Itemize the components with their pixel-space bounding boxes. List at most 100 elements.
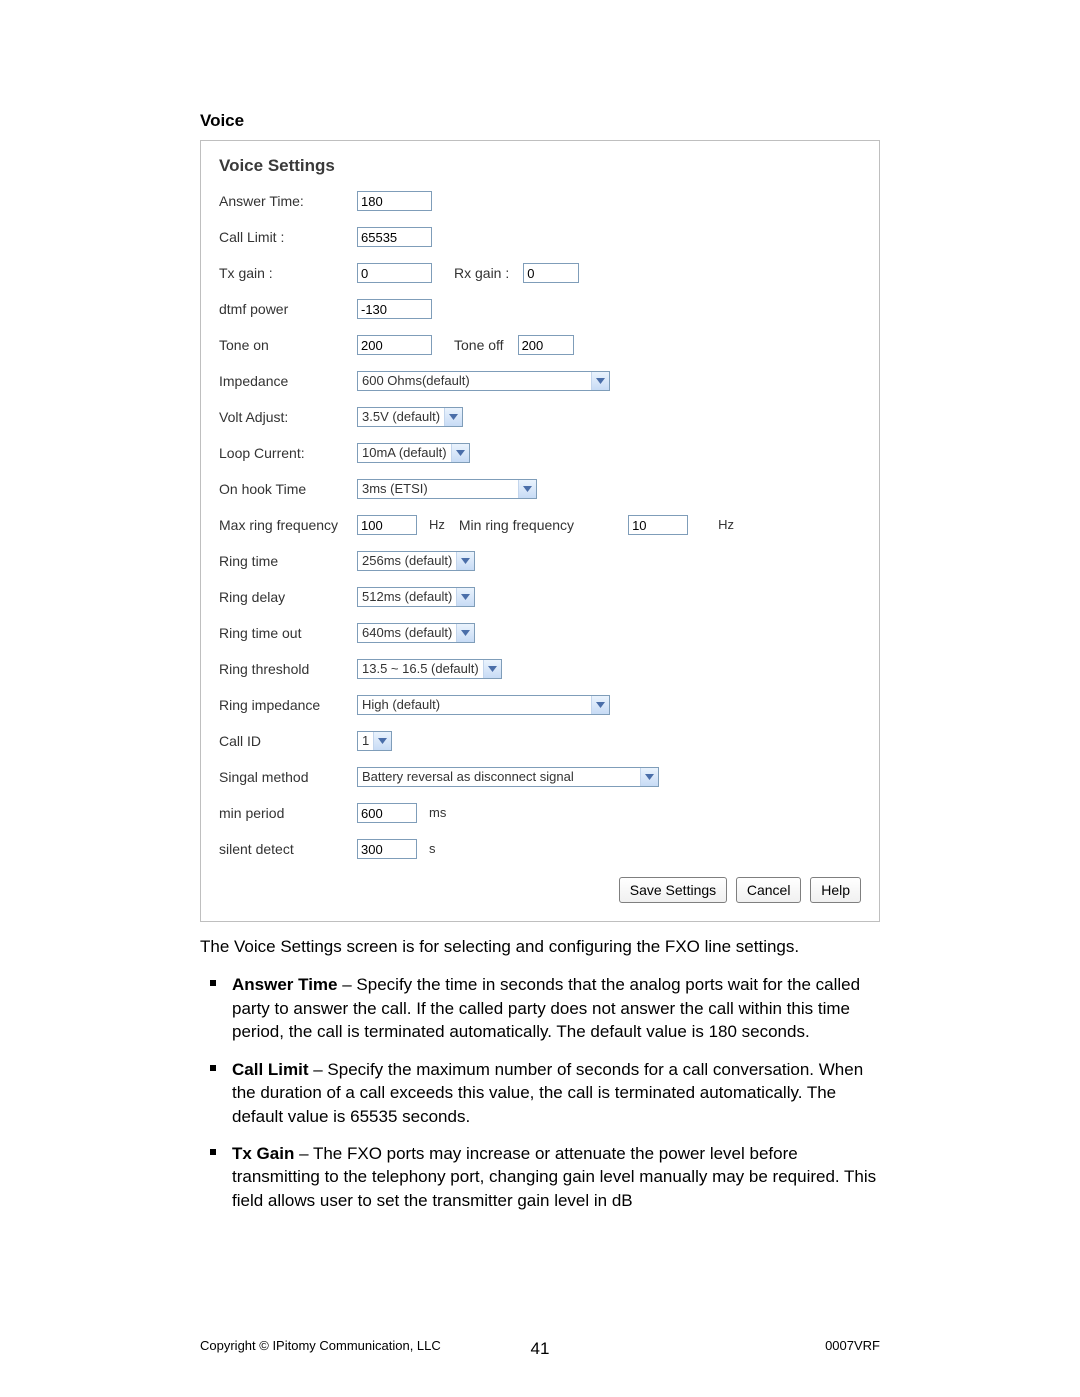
bullet-term: Call Limit [232, 1060, 309, 1079]
select-ring-impedance[interactable]: High (default) [357, 695, 610, 715]
label-answer-time: Answer Time: [219, 192, 349, 210]
unit-hz-2: Hz [714, 517, 734, 534]
select-on-hook-time[interactable]: 3ms (ETSI) [357, 479, 537, 499]
select-impedance[interactable]: 600 Ohms(default) [357, 371, 610, 391]
label-signal-method: Singal method [219, 768, 349, 786]
label-tx-gain: Tx gain : [219, 264, 349, 282]
chevron-down-icon [591, 372, 609, 390]
row-call-limit: Call Limit : [219, 227, 861, 247]
bullet-text: – The FXO ports may increase or attenuat… [232, 1144, 876, 1210]
row-signal-method: Singal method Battery reversal as discon… [219, 767, 861, 787]
row-ring-time: Ring time 256ms (default) [219, 551, 861, 571]
select-ring-time[interactable]: 256ms (default) [357, 551, 475, 571]
label-rx-gain: Rx gain : [440, 264, 515, 282]
row-gain: Tx gain : Rx gain : [219, 263, 861, 283]
chevron-down-icon [451, 444, 469, 462]
chevron-down-icon [373, 732, 391, 750]
label-volt-adjust: Volt Adjust: [219, 408, 349, 426]
select-signal-method-text: Battery reversal as disconnect signal [358, 769, 578, 786]
label-max-ring-freq: Max ring frequency [219, 516, 349, 534]
chevron-down-icon [456, 624, 474, 642]
bullet-term: Tx Gain [232, 1144, 294, 1163]
select-signal-method[interactable]: Battery reversal as disconnect signal [357, 767, 659, 787]
unit-ms: ms [425, 805, 446, 822]
select-volt-adjust-text: 3.5V (default) [358, 409, 444, 426]
cancel-button[interactable]: Cancel [736, 877, 802, 903]
voice-settings-panel: Voice Settings Answer Time: Call Limit :… [200, 140, 880, 922]
row-ring-delay: Ring delay 512ms (default) [219, 587, 861, 607]
list-item: Tx Gain – The FXO ports may increase or … [200, 1142, 880, 1212]
select-impedance-text: 600 Ohms(default) [358, 373, 474, 390]
chevron-down-icon [518, 480, 536, 498]
label-ring-time-out: Ring time out [219, 624, 349, 642]
label-min-period: min period [219, 804, 349, 822]
chevron-down-icon [444, 408, 462, 426]
input-tx-gain[interactable] [357, 263, 432, 283]
row-ring-frequency: Max ring frequency Hz Min ring frequency… [219, 515, 861, 535]
row-ring-time-out: Ring time out 640ms (default) [219, 623, 861, 643]
input-min-ring-freq[interactable] [628, 515, 688, 535]
input-tone-off[interactable] [518, 335, 574, 355]
label-ring-impedance: Ring impedance [219, 696, 349, 714]
label-ring-time: Ring time [219, 552, 349, 570]
label-silent-detect: silent detect [219, 840, 349, 858]
row-on-hook-time: On hook Time 3ms (ETSI) [219, 479, 861, 499]
bullet-text: – Specify the maximum number of seconds … [232, 1060, 863, 1126]
label-call-id: Call ID [219, 732, 349, 750]
input-rx-gain[interactable] [523, 263, 579, 283]
row-dtmf-power: dtmf power [219, 299, 861, 319]
chevron-down-icon [640, 768, 658, 786]
label-loop-current: Loop Current: [219, 444, 349, 462]
select-ring-delay[interactable]: 512ms (default) [357, 587, 475, 607]
row-impedance: Impedance 600 Ohms(default) [219, 371, 861, 391]
unit-hz-1: Hz [425, 517, 445, 534]
input-max-ring-freq[interactable] [357, 515, 417, 535]
select-ring-time-out-text: 640ms (default) [358, 625, 456, 642]
label-call-limit: Call Limit : [219, 228, 349, 246]
help-button[interactable]: Help [810, 877, 861, 903]
label-min-ring-freq: Min ring frequency [453, 516, 580, 534]
label-impedance: Impedance [219, 372, 349, 390]
footer-right: 0007VRF [825, 1338, 880, 1355]
row-ring-threshold: Ring threshold 13.5 ~ 16.5 (default) [219, 659, 861, 679]
input-min-period[interactable] [357, 803, 417, 823]
chevron-down-icon [483, 660, 501, 678]
input-dtmf-power[interactable] [357, 299, 432, 319]
label-dtmf-power: dtmf power [219, 300, 349, 318]
select-ring-threshold-text: 13.5 ~ 16.5 (default) [358, 661, 483, 678]
select-ring-time-out[interactable]: 640ms (default) [357, 623, 475, 643]
label-ring-threshold: Ring threshold [219, 660, 349, 678]
input-tone-on[interactable] [357, 335, 432, 355]
select-ring-threshold[interactable]: 13.5 ~ 16.5 (default) [357, 659, 502, 679]
select-volt-adjust[interactable]: 3.5V (default) [357, 407, 463, 427]
label-tone-off: Tone off [440, 336, 510, 354]
unit-s: s [425, 841, 436, 858]
input-call-limit[interactable] [357, 227, 432, 247]
select-ring-time-text: 256ms (default) [358, 553, 456, 570]
panel-title: Voice Settings [219, 155, 861, 177]
list-item: Call Limit – Specify the maximum number … [200, 1058, 880, 1128]
chevron-down-icon [456, 588, 474, 606]
input-answer-time[interactable] [357, 191, 432, 211]
row-silent-detect: silent detect s [219, 839, 861, 859]
row-min-period: min period ms [219, 803, 861, 823]
label-tone-on: Tone on [219, 336, 349, 354]
chevron-down-icon [456, 552, 474, 570]
select-call-id-text: 1 [358, 733, 373, 750]
footer-left: Copyright © IPitomy Communication, LLC [200, 1338, 441, 1355]
select-ring-delay-text: 512ms (default) [358, 589, 456, 606]
row-call-id: Call ID 1 [219, 731, 861, 751]
chevron-down-icon [591, 696, 609, 714]
row-tone: Tone on Tone off [219, 335, 861, 355]
label-ring-delay: Ring delay [219, 588, 349, 606]
select-ring-impedance-text: High (default) [358, 697, 444, 714]
select-on-hook-time-text: 3ms (ETSI) [358, 481, 432, 498]
select-loop-current[interactable]: 10mA (default) [357, 443, 470, 463]
page-footer: Copyright © IPitomy Communication, LLC 4… [200, 1338, 880, 1355]
save-button[interactable]: Save Settings [619, 877, 727, 903]
row-loop-current: Loop Current: 10mA (default) [219, 443, 861, 463]
row-volt-adjust: Volt Adjust: 3.5V (default) [219, 407, 861, 427]
row-answer-time: Answer Time: [219, 191, 861, 211]
input-silent-detect[interactable] [357, 839, 417, 859]
select-call-id[interactable]: 1 [357, 731, 392, 751]
